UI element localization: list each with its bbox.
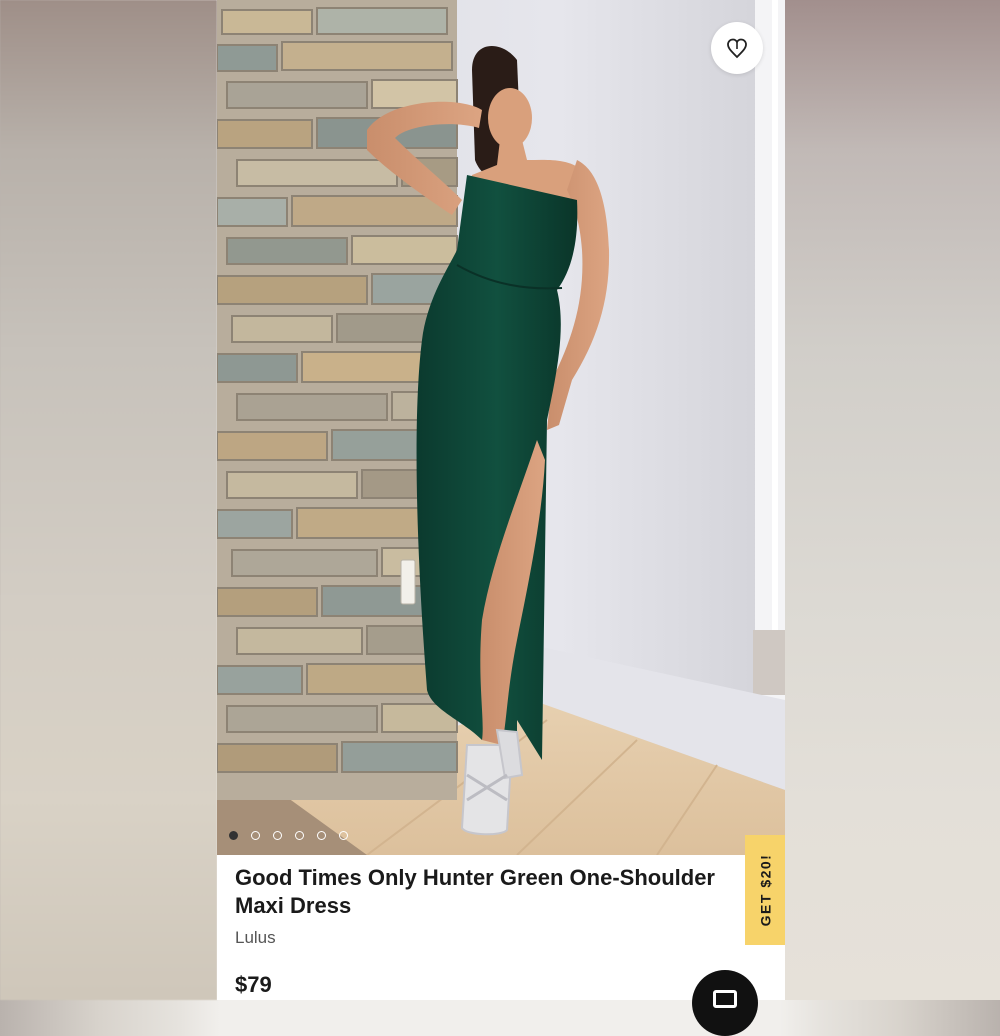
blurred-backdrop-right bbox=[785, 0, 1000, 1000]
promo-label: GET $20! bbox=[757, 853, 774, 927]
product-price: $79 bbox=[235, 972, 272, 997]
blurred-backdrop-left bbox=[0, 0, 217, 1000]
product-title-line-2: Maxi Dress bbox=[235, 893, 352, 918]
image-carousel-indicator bbox=[229, 831, 348, 840]
carousel-dot[interactable] bbox=[317, 831, 326, 840]
product-title-line-1: Good Times Only Hunter Green One-Shoulde… bbox=[235, 865, 715, 890]
chat-icon bbox=[713, 990, 737, 1008]
favorite-button[interactable] bbox=[711, 22, 763, 74]
product-photo bbox=[217, 0, 785, 855]
product-image[interactable] bbox=[217, 0, 785, 855]
product-title: Good Times Only Hunter Green One-Shoulde… bbox=[235, 864, 755, 920]
product-brand[interactable]: Lulus bbox=[235, 928, 276, 948]
carousel-dot[interactable] bbox=[273, 831, 282, 840]
heart-icon bbox=[727, 38, 747, 59]
get-20-promo-tab[interactable]: GET $20! bbox=[745, 835, 785, 945]
carousel-dot-active[interactable] bbox=[229, 831, 238, 840]
carousel-dot[interactable] bbox=[251, 831, 260, 840]
product-screen: Good Times Only Hunter Green One-Shoulde… bbox=[217, 0, 785, 1000]
carousel-dot[interactable] bbox=[339, 831, 348, 840]
chat-button[interactable] bbox=[692, 970, 758, 1036]
carousel-dot[interactable] bbox=[295, 831, 304, 840]
